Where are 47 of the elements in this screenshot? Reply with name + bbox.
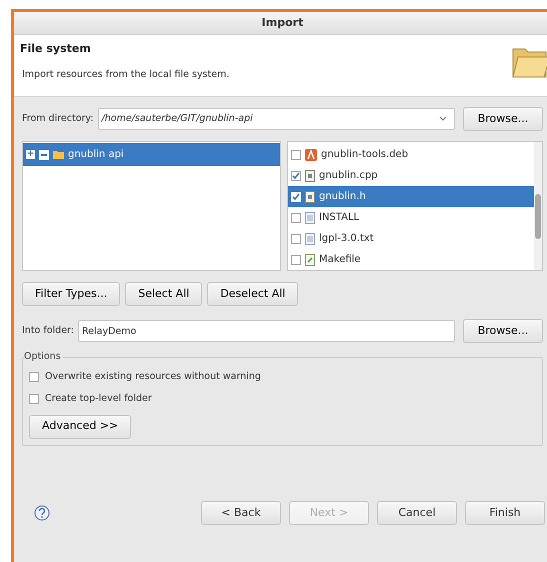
file-item[interactable]: gnublin.cpp bbox=[288, 165, 534, 186]
advanced-button[interactable]: Advanced >> bbox=[29, 414, 132, 438]
checkmark-icon bbox=[292, 192, 300, 200]
dropdown-icon bbox=[439, 116, 447, 122]
scrollbar[interactable] bbox=[534, 142, 542, 270]
wizard-button[interactable]: Finish bbox=[465, 501, 545, 525]
directory-combo[interactable]: /home/sauterbe/GIT/gnublin-api bbox=[98, 108, 455, 130]
checkbox[interactable] bbox=[291, 170, 301, 180]
tree-item[interactable]: + gnublin api bbox=[23, 143, 280, 166]
selection-button[interactable]: Filter Types... bbox=[22, 282, 120, 306]
window-title: Import bbox=[262, 14, 304, 31]
checkmark-icon bbox=[292, 172, 300, 180]
option-label: Create top-level folder bbox=[45, 392, 152, 406]
source-file-icon bbox=[305, 170, 315, 182]
file-item[interactable]: INSTALL bbox=[288, 207, 534, 228]
file-item[interactable]: gnublin.h bbox=[288, 186, 534, 207]
browse-button[interactable]: Browse... bbox=[463, 319, 543, 343]
package-icon bbox=[305, 148, 317, 160]
selection-button[interactable]: Deselect All bbox=[207, 282, 298, 306]
dash-icon bbox=[41, 154, 47, 156]
checkbox[interactable] bbox=[29, 372, 39, 382]
file-item[interactable]: lgpl-3.0.txt bbox=[288, 228, 534, 249]
text-file-icon bbox=[305, 212, 315, 224]
folder-icon bbox=[53, 150, 64, 159]
into-folder-label: Into folder: bbox=[22, 324, 74, 338]
checkbox[interactable] bbox=[291, 254, 301, 264]
text-file-icon bbox=[305, 232, 315, 244]
page-title: File system bbox=[20, 41, 92, 57]
page-description: Import resources from the local file system. bbox=[21, 68, 230, 82]
checkbox[interactable] bbox=[291, 212, 301, 222]
file-item[interactable]: gnublin-tools.deb bbox=[288, 144, 534, 165]
file-item[interactable]: Makefile bbox=[288, 249, 534, 270]
selection-button[interactable]: Select All bbox=[125, 282, 202, 306]
from-directory-label: From directory: bbox=[22, 112, 94, 126]
checkbox[interactable] bbox=[291, 150, 301, 160]
checkbox[interactable] bbox=[291, 192, 301, 202]
checkbox[interactable] bbox=[29, 394, 39, 404]
source-file-icon bbox=[305, 190, 315, 202]
wizard-button[interactable]: < Back bbox=[201, 501, 281, 525]
help-icon[interactable] bbox=[34, 505, 50, 521]
checkbox[interactable] bbox=[291, 234, 301, 244]
script-file-icon bbox=[305, 254, 315, 266]
folder-input[interactable]: RelayDemo bbox=[78, 320, 455, 342]
wizard-button[interactable]: Cancel bbox=[377, 501, 457, 525]
browse-button[interactable]: Browse... bbox=[463, 107, 543, 131]
expand-toggle[interactable]: + bbox=[26, 150, 35, 159]
option-label: Overwrite existing resources without warning bbox=[45, 370, 261, 384]
